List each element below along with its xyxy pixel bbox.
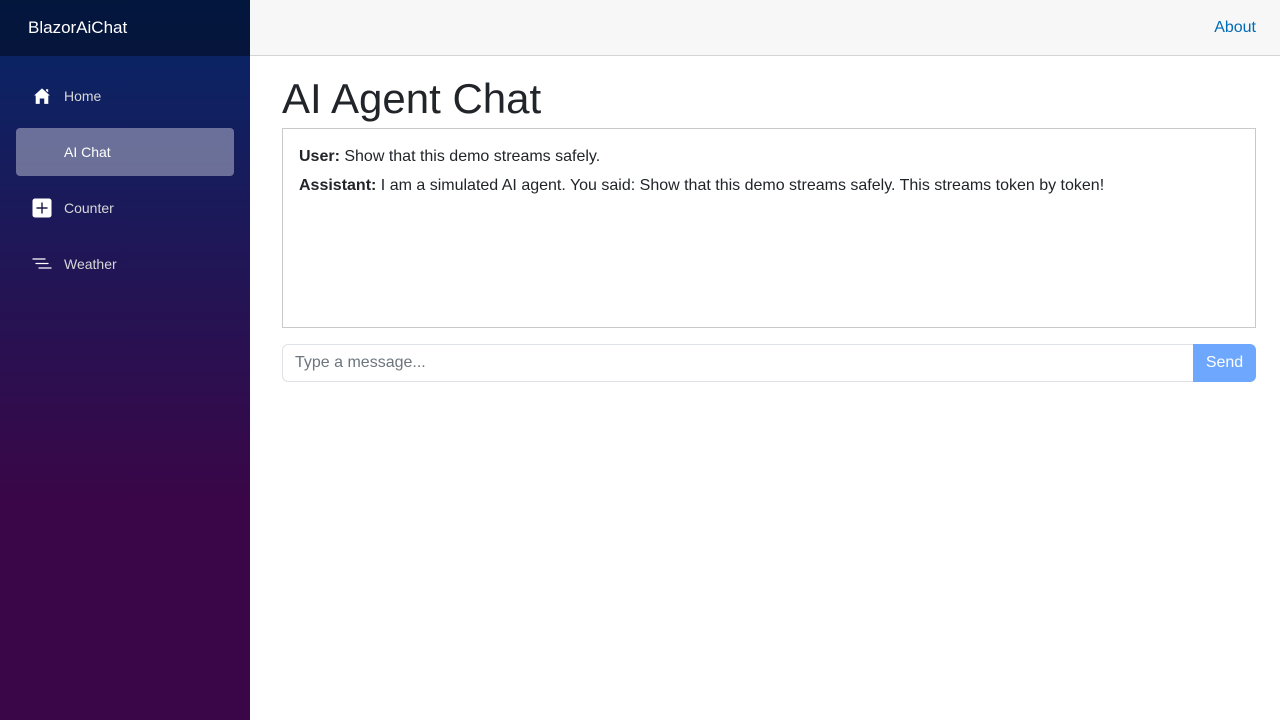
- message-text: Show that this demo streams safely.: [339, 148, 601, 166]
- brand-bar: BlazorAiChat: [0, 0, 250, 56]
- message-input-group: Send: [282, 344, 1256, 383]
- blank-icon: [32, 142, 52, 162]
- sidebar-item-ai-chat[interactable]: AI Chat: [16, 128, 234, 176]
- plus-square-icon: [32, 198, 52, 218]
- house-icon: [32, 86, 52, 106]
- sidebar-item-label: Counter: [64, 200, 114, 216]
- chat-message-user: User: Show that this demo streams safely…: [299, 147, 1239, 168]
- sidebar-item-home[interactable]: Home: [16, 72, 234, 120]
- list-nested-icon: [32, 254, 52, 274]
- sidebar-item-label: AI Chat: [64, 144, 111, 160]
- sidebar: BlazorAiChat Home AI Chat Counter Weathe…: [0, 0, 250, 720]
- sidebar-nav: Home AI Chat Counter Weather: [0, 56, 250, 288]
- brand-link[interactable]: BlazorAiChat: [28, 18, 127, 38]
- message-speaker: Assistant:: [299, 177, 377, 195]
- chat-log[interactable]: User: Show that this demo streams safely…: [282, 128, 1256, 329]
- about-link[interactable]: About: [1214, 19, 1256, 37]
- main-content: AI Agent Chat User: Show that this demo …: [282, 56, 1256, 383]
- sidebar-item-label: Weather: [64, 256, 117, 272]
- sidebar-item-counter[interactable]: Counter: [16, 184, 234, 232]
- message-input[interactable]: [282, 344, 1193, 383]
- chat-message-assistant: Assistant: I am a simulated AI agent. Yo…: [299, 176, 1239, 197]
- send-button[interactable]: Send: [1193, 344, 1256, 383]
- message-speaker: User:: [299, 148, 340, 166]
- sidebar-item-label: Home: [64, 88, 102, 104]
- page-title: AI Agent Chat: [282, 75, 542, 122]
- top-row: About: [250, 0, 1280, 56]
- sidebar-item-weather[interactable]: Weather: [16, 240, 234, 288]
- message-text: I am a simulated AI agent. You said: Sho…: [376, 177, 1105, 195]
